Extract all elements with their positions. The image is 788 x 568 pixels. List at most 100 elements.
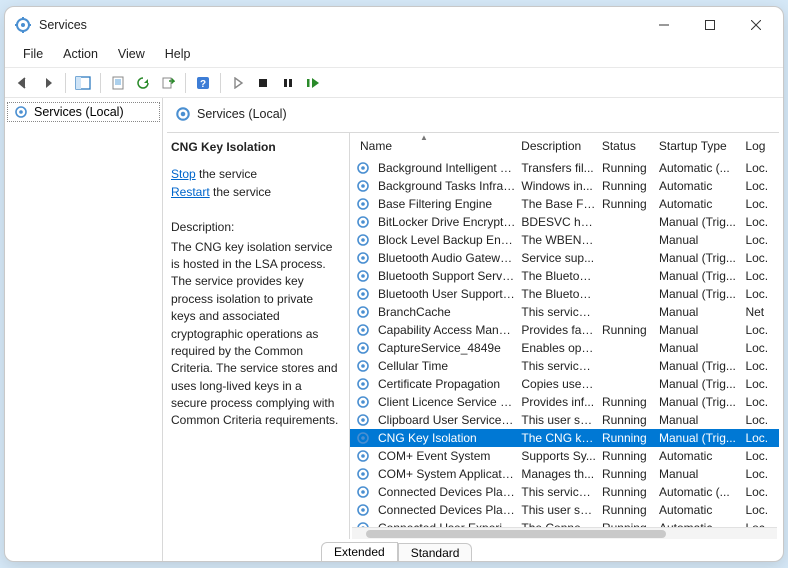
cell-description: Enables opti...: [521, 341, 602, 355]
cell-description: The Bluetoo...: [521, 269, 602, 283]
gear-icon: [356, 233, 370, 247]
cell-log: Loc.: [745, 359, 775, 373]
service-row[interactable]: Clipboard User Service_4849eThis user se…: [350, 411, 779, 429]
show-hide-tree-button[interactable]: [71, 71, 95, 95]
cell-description: This user ser...: [521, 503, 602, 517]
restart-service-link[interactable]: Restart: [171, 185, 210, 199]
service-row[interactable]: Capability Access Manager ...Provides fa…: [350, 321, 779, 339]
cell-status: Running: [602, 467, 659, 481]
service-row[interactable]: CNG Key IsolationThe CNG ke...RunningMan…: [350, 429, 779, 447]
tab-extended[interactable]: Extended: [321, 542, 398, 561]
cell-name: Connected Devices Platfor...: [374, 503, 521, 517]
cell-status: Running: [602, 431, 659, 445]
tree-item-services-local[interactable]: Services (Local): [7, 102, 160, 122]
service-row[interactable]: Cellular TimeThis service ...Manual (Tri…: [350, 357, 779, 375]
gear-icon: [356, 269, 370, 283]
service-row[interactable]: Block Level Backup Engine ...The WBENG..…: [350, 231, 779, 249]
cell-startup: Manual (Trig...: [659, 359, 745, 373]
restart-service-button[interactable]: [301, 71, 325, 95]
service-row[interactable]: Certificate PropagationCopies user ...Ma…: [350, 375, 779, 393]
cell-name: BitLocker Drive Encryption ...: [374, 215, 521, 229]
menu-file[interactable]: File: [13, 43, 53, 67]
cell-log: Loc.: [745, 413, 775, 427]
service-row[interactable]: Bluetooth User Support Ser...The Bluetoo…: [350, 285, 779, 303]
right-pane-title: Services (Local): [197, 107, 287, 121]
cell-startup: Automatic: [659, 503, 745, 517]
cell-description: Supports Sy...: [521, 449, 602, 463]
service-row[interactable]: CaptureService_4849eEnables opti...Manua…: [350, 339, 779, 357]
cell-log: Net: [745, 305, 775, 319]
cell-description: BDESVC hos...: [521, 215, 602, 229]
service-row[interactable]: Connected User Experience...The Connec..…: [350, 519, 779, 527]
service-row[interactable]: Bluetooth Audio Gateway S...Service sup.…: [350, 249, 779, 267]
service-row[interactable]: BranchCacheThis service ...ManualNet: [350, 303, 779, 321]
menu-action[interactable]: Action: [53, 43, 108, 67]
refresh-button[interactable]: [131, 71, 155, 95]
service-row[interactable]: COM+ System ApplicationManages th...Runn…: [350, 465, 779, 483]
cell-status: Running: [602, 413, 659, 427]
cell-log: Loc.: [745, 215, 775, 229]
service-row[interactable]: Bluetooth Support ServiceThe Bluetoo... M…: [350, 267, 779, 285]
tab-standard[interactable]: Standard: [398, 543, 473, 561]
stop-service-button[interactable]: [251, 71, 275, 95]
cell-startup: Manual (Trig...: [659, 269, 745, 283]
tree-item-label: Services (Local): [34, 105, 124, 119]
cell-name: Cellular Time: [374, 359, 521, 373]
maximize-button[interactable]: [687, 10, 733, 40]
minimize-button[interactable]: [641, 10, 687, 40]
list-body[interactable]: Background Intelligent Tran...Transfers …: [350, 159, 779, 527]
help-button[interactable]: ?: [191, 71, 215, 95]
start-service-button[interactable]: [226, 71, 250, 95]
horizontal-scrollbar[interactable]: [352, 527, 777, 539]
cell-name: Bluetooth Support Service: [374, 269, 521, 283]
cell-name: Clipboard User Service_4849e: [374, 413, 521, 427]
scroll-thumb[interactable]: [366, 530, 666, 538]
gear-icon: [14, 105, 28, 119]
gear-icon: [356, 485, 370, 499]
service-row[interactable]: BitLocker Drive Encryption ...BDESVC hos…: [350, 213, 779, 231]
close-button[interactable]: [733, 10, 779, 40]
service-row[interactable]: Client Licence Service (Clip...Provides …: [350, 393, 779, 411]
forward-button[interactable]: [36, 71, 60, 95]
col-header-name[interactable]: Name: [356, 139, 521, 153]
cell-name: COM+ System Application: [374, 467, 521, 481]
services-app-icon: [15, 17, 31, 33]
cell-description: Service sup...: [521, 251, 602, 265]
service-row[interactable]: Connected Devices Platfor...This user se…: [350, 501, 779, 519]
pause-service-button[interactable]: [276, 71, 300, 95]
cell-name: Bluetooth User Support Ser...: [374, 287, 521, 301]
cell-startup: Manual (Trig...: [659, 251, 745, 265]
cell-log: Loc.: [745, 485, 775, 499]
col-header-description[interactable]: Description: [521, 139, 602, 153]
export-button[interactable]: [156, 71, 180, 95]
cell-startup: Automatic (...: [659, 161, 745, 175]
cell-description: Copies user ...: [521, 377, 602, 391]
service-row[interactable]: Background Tasks Infrastruc...Windows in…: [350, 177, 779, 195]
cell-log: Loc.: [745, 467, 775, 481]
cell-name: CaptureService_4849e: [374, 341, 521, 355]
stop-service-link[interactable]: Stop: [171, 167, 196, 181]
service-row[interactable]: Background Intelligent Tran...Transfers …: [350, 159, 779, 177]
menu-view[interactable]: View: [108, 43, 155, 67]
cell-startup: Automatic: [659, 197, 745, 211]
col-header-log[interactable]: Log: [745, 139, 775, 153]
col-header-status[interactable]: Status: [602, 139, 659, 153]
toolbar-separator: [100, 73, 101, 93]
back-button[interactable]: [11, 71, 35, 95]
cell-name: Base Filtering Engine: [374, 197, 521, 211]
service-row[interactable]: Base Filtering EngineThe Base Fil...Runn…: [350, 195, 779, 213]
service-row[interactable]: COM+ Event SystemSupports Sy...RunningAu…: [350, 447, 779, 465]
selected-service-title: CNG Key Isolation: [171, 139, 339, 156]
col-header-startup[interactable]: Startup Type: [659, 139, 746, 153]
cell-name: Bluetooth Audio Gateway S...: [374, 251, 521, 265]
cell-log: Loc.: [745, 197, 775, 211]
service-row[interactable]: Connected Devices Platfor...This service…: [350, 483, 779, 501]
cell-startup: Manual (Trig...: [659, 431, 745, 445]
gear-icon: [356, 215, 370, 229]
services-listview: ▲ Name Description Status Startup Type L…: [349, 133, 779, 539]
cell-startup: Automatic (...: [659, 485, 745, 499]
cell-name: COM+ Event System: [374, 449, 521, 463]
menu-help[interactable]: Help: [155, 43, 201, 67]
properties-button[interactable]: [106, 71, 130, 95]
cell-log: Loc.: [745, 377, 775, 391]
